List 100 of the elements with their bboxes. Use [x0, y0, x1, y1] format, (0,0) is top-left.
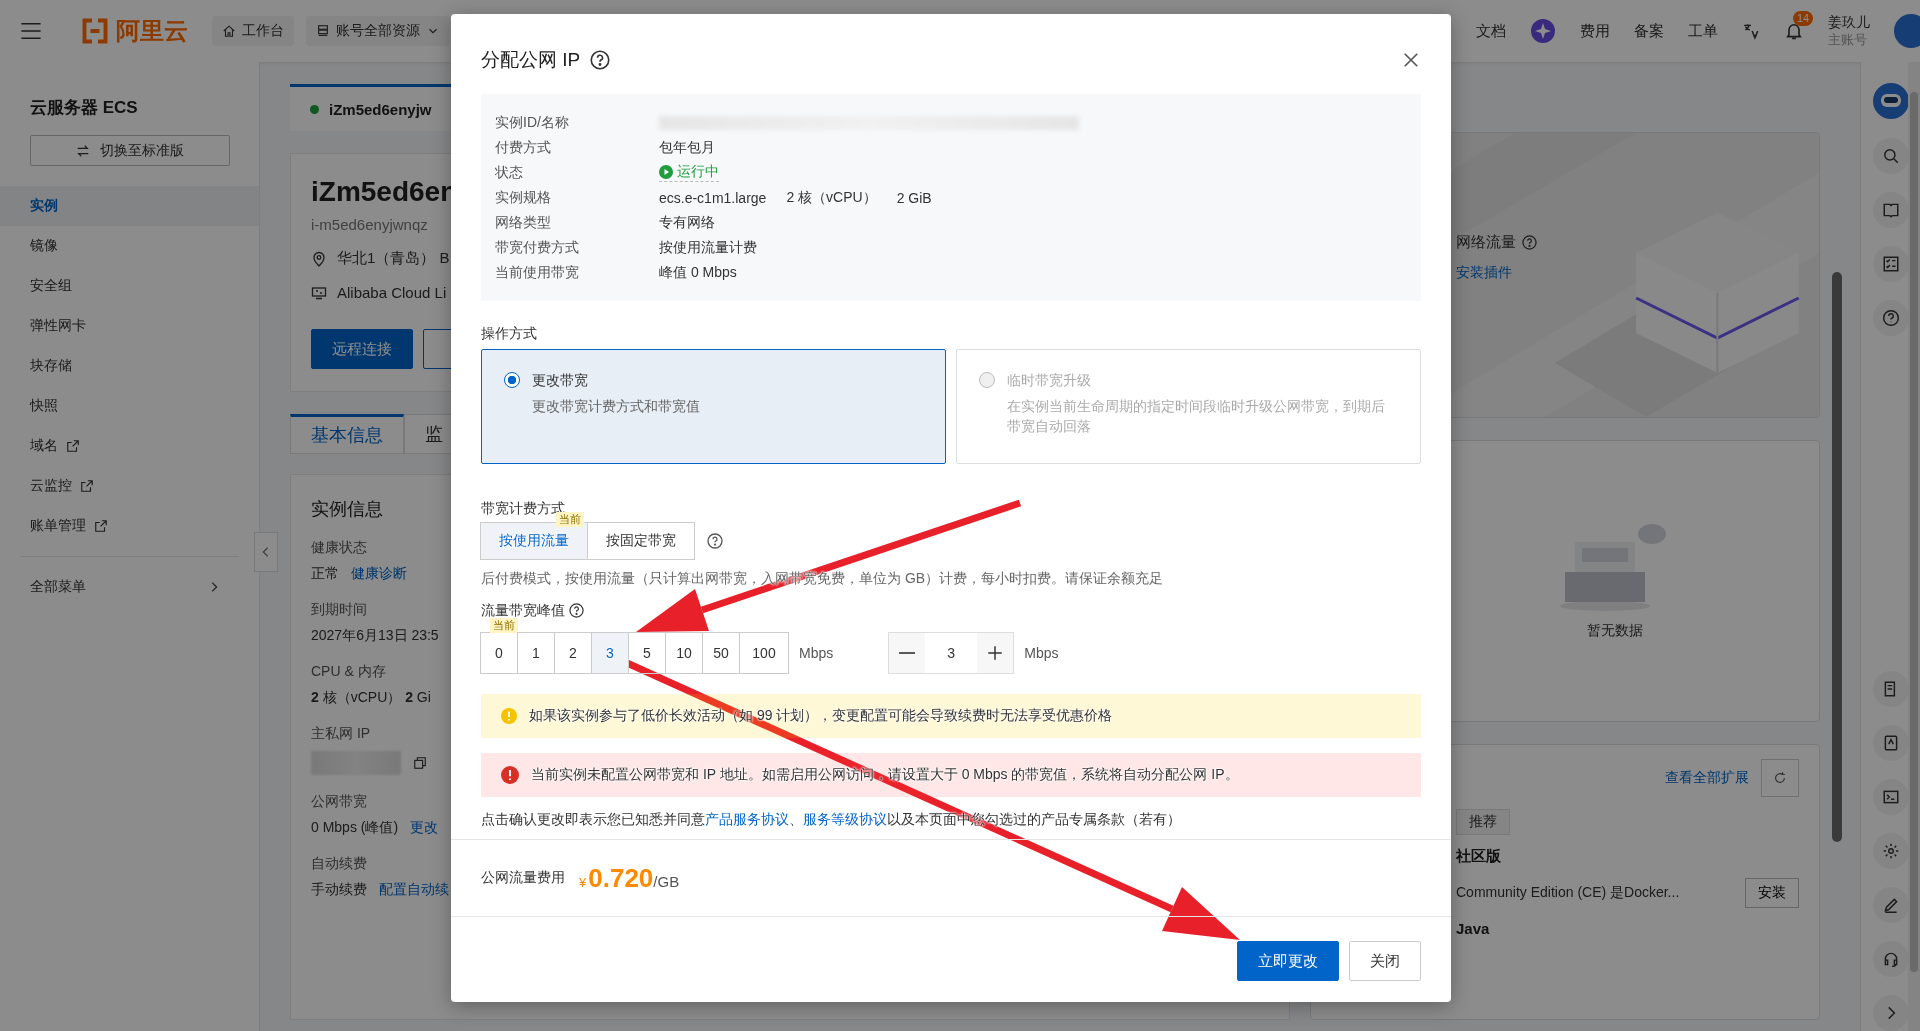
sidebar-item[interactable]: 弹性网卡 [0, 306, 259, 346]
segment-option[interactable]: 1 [517, 632, 555, 674]
sidebar-item[interactable]: 全部菜单 [0, 567, 259, 607]
gear-icon[interactable] [1872, 833, 1909, 869]
app-icon[interactable] [1872, 725, 1909, 761]
detail-value: 专有网络 [659, 213, 715, 232]
document-icon[interactable] [1872, 671, 1909, 707]
help-icon [569, 602, 584, 618]
field-label: 健康状态 [311, 539, 367, 557]
nav-link[interactable]: 工单 [1688, 21, 1718, 41]
scrollbar[interactable] [1908, 62, 1920, 1031]
user-name[interactable]: 姜玖儿 [1828, 13, 1870, 31]
copy-icon [413, 756, 427, 770]
section-label: 操作方式 [481, 324, 538, 343]
detail-value: 按使用流量计费 [659, 238, 757, 257]
detail-label: 实例ID/名称 [495, 113, 570, 132]
current-badge: 当前 [490, 618, 518, 633]
nav-link[interactable]: 工作台 [212, 16, 294, 46]
swap-icon [76, 143, 90, 158]
extension-title: Java [1456, 920, 1491, 937]
action-link[interactable]: 更改 [410, 819, 439, 837]
home-icon [222, 24, 236, 38]
fee-label: 公网流量费用 [481, 869, 565, 887]
help-icon [590, 50, 611, 70]
view-all-link[interactable]: 查看全部扩展 [1665, 769, 1749, 787]
terminal-icon[interactable] [1872, 779, 1909, 815]
nav-link[interactable]: 备案 [1634, 21, 1664, 41]
segment-option[interactable]: 3 [591, 632, 629, 674]
detail-value: 2 核（vCPU） [786, 188, 877, 207]
option-card[interactable]: 更改带宽 更改带宽计费方式和带宽值 [481, 349, 946, 464]
unit-label: Mbps [1024, 645, 1059, 661]
install-plugin-link[interactable]: 安装插件 [1456, 264, 1537, 282]
external-link-icon [66, 439, 80, 453]
agreement-link[interactable]: 产品服务协议 [705, 811, 789, 827]
cancel-button[interactable]: 关闭 [1349, 941, 1421, 981]
running-icon [659, 165, 673, 179]
segment-option[interactable]: 按固定带宽 [587, 522, 695, 560]
nav-link[interactable]: 账号全部资源 [306, 16, 450, 46]
sidebar-item[interactable]: 安全组 [0, 266, 259, 306]
detail-value: 2 GiB [896, 189, 932, 206]
segment-option[interactable]: 100 [739, 632, 789, 674]
sidebar-item[interactable]: 镜像 [0, 226, 259, 266]
agreement-link[interactable]: 服务等级协议 [803, 811, 887, 827]
detail-value: ecs.e-c1m1.large [659, 189, 767, 206]
close-button[interactable] [1401, 50, 1421, 70]
detail-label: 网络类型 [495, 213, 552, 232]
sidebar-item[interactable]: 云监控 [0, 466, 259, 506]
number-stepper[interactable]: 3 [888, 632, 1015, 674]
translate-icon [1742, 22, 1760, 40]
pencil-icon[interactable] [1872, 887, 1909, 923]
region-text: 华北1（青岛） B [337, 249, 450, 268]
sidebar-item[interactable]: 块存储 [0, 346, 259, 386]
segment-option[interactable]: 50 [702, 632, 740, 674]
book-icon[interactable] [1872, 192, 1909, 228]
detail-label: 当前使用带宽 [495, 263, 580, 282]
instance-id: i-m5ed6enyjwnqz [311, 216, 428, 233]
decrement-button[interactable] [889, 633, 926, 673]
help-icon [1522, 235, 1537, 250]
nav-link[interactable]: 费用 [1580, 21, 1610, 41]
monitor-title: 网络流量 [1456, 233, 1516, 252]
robot-icon[interactable] [1871, 82, 1910, 120]
monitor-icon [311, 284, 327, 301]
field-label: 主私网 IP [311, 725, 371, 743]
scrollbar[interactable] [1832, 272, 1842, 842]
sidebar-item[interactable]: 账单管理 [0, 506, 259, 546]
switch-version-button[interactable]: 切换至标准版 [30, 135, 230, 166]
segment-option[interactable]: 10 [665, 632, 703, 674]
notification-badge: 14 [1793, 11, 1814, 26]
search-icon[interactable] [1872, 138, 1909, 174]
refresh-icon [1773, 771, 1787, 785]
avatar[interactable] [1894, 14, 1920, 48]
external-link-icon [80, 479, 94, 493]
sidebar-item[interactable]: 实例 [0, 186, 259, 226]
action-link[interactable]: 配置自动续 [379, 881, 449, 899]
unit-label: Mbps [799, 645, 834, 661]
recommend-tag[interactable]: 推荐 [1456, 809, 1510, 835]
sidebar-item[interactable]: 快照 [0, 386, 259, 426]
field-value: 2 核（vCPU） 2 Gi [311, 689, 431, 707]
instance-name: iZm5ed6en [311, 176, 458, 208]
server-stack-icon [316, 24, 330, 38]
current-badge: 当前 [556, 512, 584, 527]
help-icon[interactable] [1872, 300, 1909, 336]
checklist-icon[interactable] [1872, 246, 1909, 282]
action-link[interactable]: 健康诊断 [351, 565, 407, 583]
field-label: CPU & 内存 [311, 663, 386, 681]
increment-button[interactable] [977, 633, 1014, 673]
segment-option[interactable]: 5 [628, 632, 666, 674]
tab[interactable]: 基本信息 [290, 414, 404, 454]
confirm-button[interactable]: 立即更改 [1237, 941, 1339, 981]
remote-connect-button[interactable]: 远程连接 [311, 329, 413, 369]
nav-link[interactable]: 文档 [1476, 21, 1506, 41]
field-label: 自动续费 [311, 855, 367, 873]
detail-value: 峰值 0 Mbps [659, 263, 737, 282]
headset-icon[interactable] [1872, 941, 1909, 977]
install-button[interactable]: 安装 [1745, 878, 1799, 908]
field-value: 0 Mbps (峰值) [311, 819, 399, 837]
empty-text: 暂无数据 [1587, 622, 1643, 640]
sidebar-item[interactable]: 域名 [0, 426, 259, 466]
location-pin-icon [311, 250, 327, 267]
sparkle-icon[interactable] [1530, 18, 1556, 44]
